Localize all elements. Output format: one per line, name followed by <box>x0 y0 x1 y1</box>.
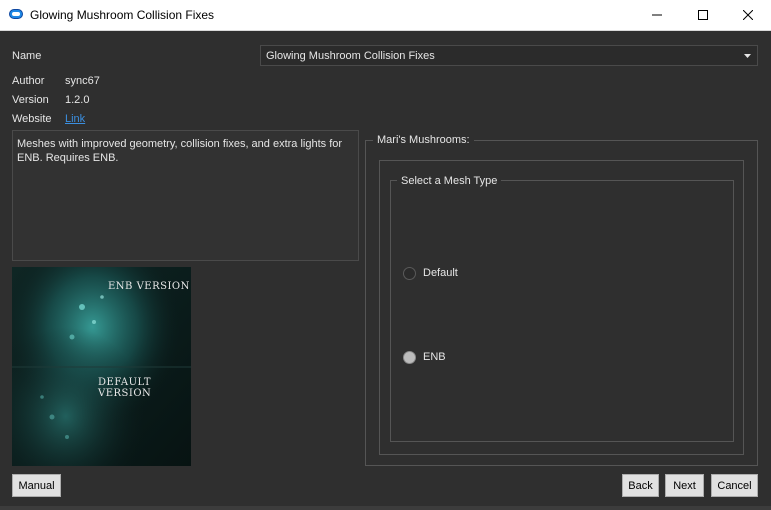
radio-default-label: Default <box>423 267 458 279</box>
website-label: Website <box>12 113 52 125</box>
radio-enb[interactable]: ENB <box>403 350 523 366</box>
radio-default[interactable]: Default <box>403 266 523 282</box>
description-box: Meshes with improved geometry, collision… <box>12 130 359 261</box>
radio-enb-button[interactable] <box>403 351 416 364</box>
author-label: Author <box>12 75 45 87</box>
name-select[interactable]: Glowing Mushroom Collision Fixes <box>260 45 758 66</box>
options-group-title: Mari's Mushrooms: <box>373 134 474 146</box>
taskbar-strip <box>0 506 771 510</box>
cancel-button[interactable]: Cancel <box>711 474 758 497</box>
radio-default-button[interactable] <box>403 267 416 280</box>
preview-image-art <box>12 267 191 466</box>
preview-image: ENB VERSION DEFAULT VERSION <box>12 267 191 466</box>
website-link[interactable]: Link <box>65 113 85 125</box>
window-title: Glowing Mushroom Collision Fixes <box>30 8 215 22</box>
title-bar: Glowing Mushroom Collision Fixes <box>0 0 771 31</box>
mod-organizer-icon <box>9 9 23 19</box>
version-value: 1.2.0 <box>65 94 90 106</box>
close-button[interactable] <box>725 0 771 30</box>
manual-button[interactable]: Manual <box>12 474 61 497</box>
next-button[interactable]: Next <box>665 474 704 497</box>
back-button[interactable]: Back <box>622 474 659 497</box>
minimize-icon <box>652 14 662 16</box>
maximize-icon <box>698 10 708 20</box>
preview-caption-top: ENB VERSION <box>108 281 190 292</box>
author-value: sync67 <box>65 75 100 87</box>
close-icon <box>743 10 753 20</box>
mesh-type-group <box>390 180 734 442</box>
version-label: Version <box>12 94 49 106</box>
chevron-down-icon <box>744 54 751 58</box>
radio-enb-label: ENB <box>423 351 446 363</box>
mesh-type-title: Select a Mesh Type <box>397 175 502 187</box>
maximize-button[interactable] <box>680 0 726 30</box>
name-select-value: Glowing Mushroom Collision Fixes <box>266 50 435 62</box>
name-label: Name <box>12 50 42 62</box>
minimize-button[interactable] <box>634 0 680 30</box>
preview-caption-bottom: DEFAULT VERSION <box>98 377 152 399</box>
